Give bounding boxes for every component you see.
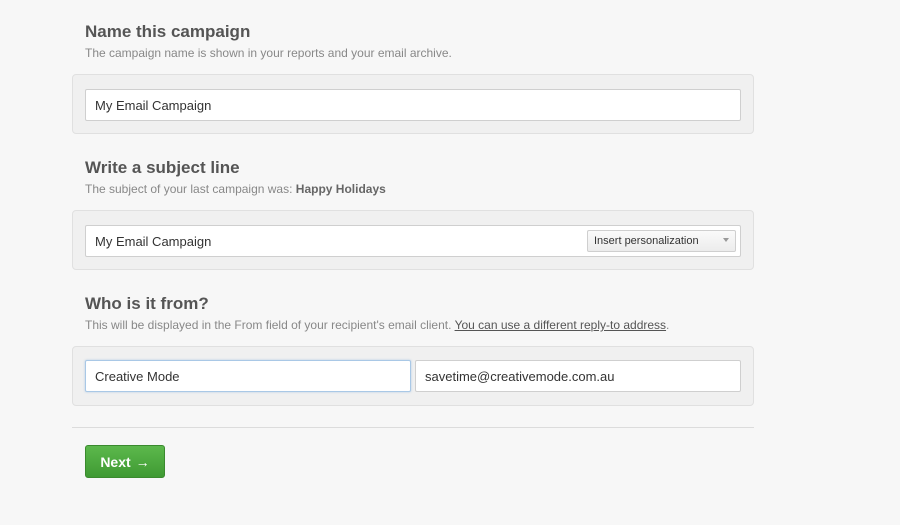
reply-to-link[interactable]: You can use a different reply-to address xyxy=(455,318,666,332)
last-subject-value: Happy Holidays xyxy=(295,182,386,196)
section-divider xyxy=(72,427,754,428)
subject-line-heading: Write a subject line xyxy=(85,158,240,177)
chevron-down-icon xyxy=(723,238,729,242)
arrow-right-icon: → xyxy=(135,453,150,470)
from-description: This will be displayed in the From field… xyxy=(85,318,669,332)
subject-line-value: My Email Campaign xyxy=(95,233,212,249)
subject-line-description: The subject of your last campaign was: H… xyxy=(85,182,386,196)
from-panel: Creative Mode savetime@creativemode.com.… xyxy=(72,346,754,406)
campaign-name-input[interactable]: My Email Campaign xyxy=(85,89,741,121)
campaign-name-heading: Name this campaign xyxy=(85,22,251,41)
campaign-name-panel: My Email Campaign xyxy=(72,74,754,134)
insert-personalization-label: Insert personalization xyxy=(594,235,699,247)
next-button[interactable]: Next → xyxy=(85,445,165,478)
next-button-label: Next xyxy=(100,453,131,470)
from-description-suffix: . xyxy=(666,318,670,332)
from-name-input[interactable]: Creative Mode xyxy=(85,360,411,392)
insert-personalization-select[interactable]: Insert personalization xyxy=(587,230,736,252)
subject-description-text: The subject of your last campaign was: xyxy=(85,182,296,196)
subject-line-panel: My Email Campaign Insert personalization xyxy=(72,210,754,270)
campaign-name-description: The campaign name is shown in your repor… xyxy=(85,46,452,60)
from-description-text: This will be displayed in the From field… xyxy=(85,318,455,332)
from-heading: Who is it from? xyxy=(85,294,209,313)
from-email-input[interactable]: savetime@creativemode.com.au xyxy=(415,360,741,392)
